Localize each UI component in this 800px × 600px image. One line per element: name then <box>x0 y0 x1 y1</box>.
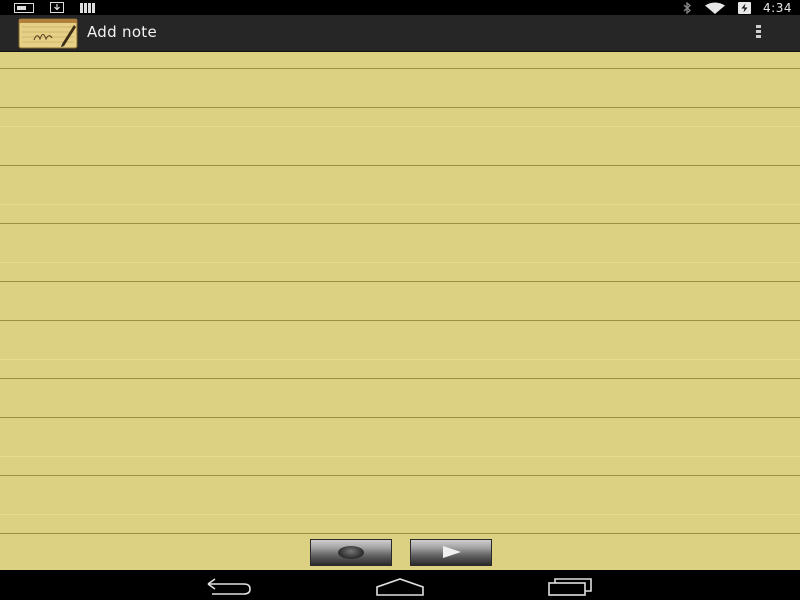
back-icon[interactable] <box>204 575 252 597</box>
overflow-menu-icon[interactable] <box>756 25 762 41</box>
record-icon <box>338 546 364 559</box>
ruled-line <box>0 68 800 69</box>
download-icon <box>50 2 64 13</box>
ruled-line <box>0 533 800 534</box>
notification-card-icon <box>14 2 34 13</box>
notepad-icon[interactable] <box>18 18 78 49</box>
ruled-line <box>0 165 800 166</box>
battery-charging-icon <box>738 1 752 14</box>
navigation-bar <box>0 570 800 600</box>
ruled-line <box>0 475 800 476</box>
status-bar: 4:34 <box>0 0 800 15</box>
wifi-icon <box>705 2 726 14</box>
ruled-line-faint <box>0 456 800 457</box>
status-bar-right: 4:34 <box>682 0 792 15</box>
status-bar-left <box>14 2 96 13</box>
note-paper <box>0 52 800 570</box>
ruled-line <box>0 107 800 108</box>
ruled-line <box>0 378 800 379</box>
ruled-line <box>0 417 800 418</box>
play-button[interactable] <box>410 539 492 566</box>
ruled-line-faint <box>0 204 800 205</box>
ruled-line <box>0 223 800 224</box>
action-bar: Add note <box>0 15 800 52</box>
bluetooth-icon <box>683 1 692 14</box>
ruled-line-faint <box>0 126 800 127</box>
ruled-line <box>0 281 800 282</box>
ruled-line-faint <box>0 514 800 515</box>
home-icon[interactable] <box>376 575 424 597</box>
ruled-line-faint <box>0 359 800 360</box>
clock: 4:34 <box>763 0 792 15</box>
record-button[interactable] <box>310 539 392 566</box>
play-icon <box>443 546 461 558</box>
ruled-line-faint <box>0 262 800 263</box>
signal-bars-icon <box>80 2 95 13</box>
note-text-area[interactable] <box>0 52 800 532</box>
recent-apps-icon[interactable] <box>546 575 594 597</box>
page-title: Add note <box>87 23 158 41</box>
ruled-line <box>0 320 800 321</box>
